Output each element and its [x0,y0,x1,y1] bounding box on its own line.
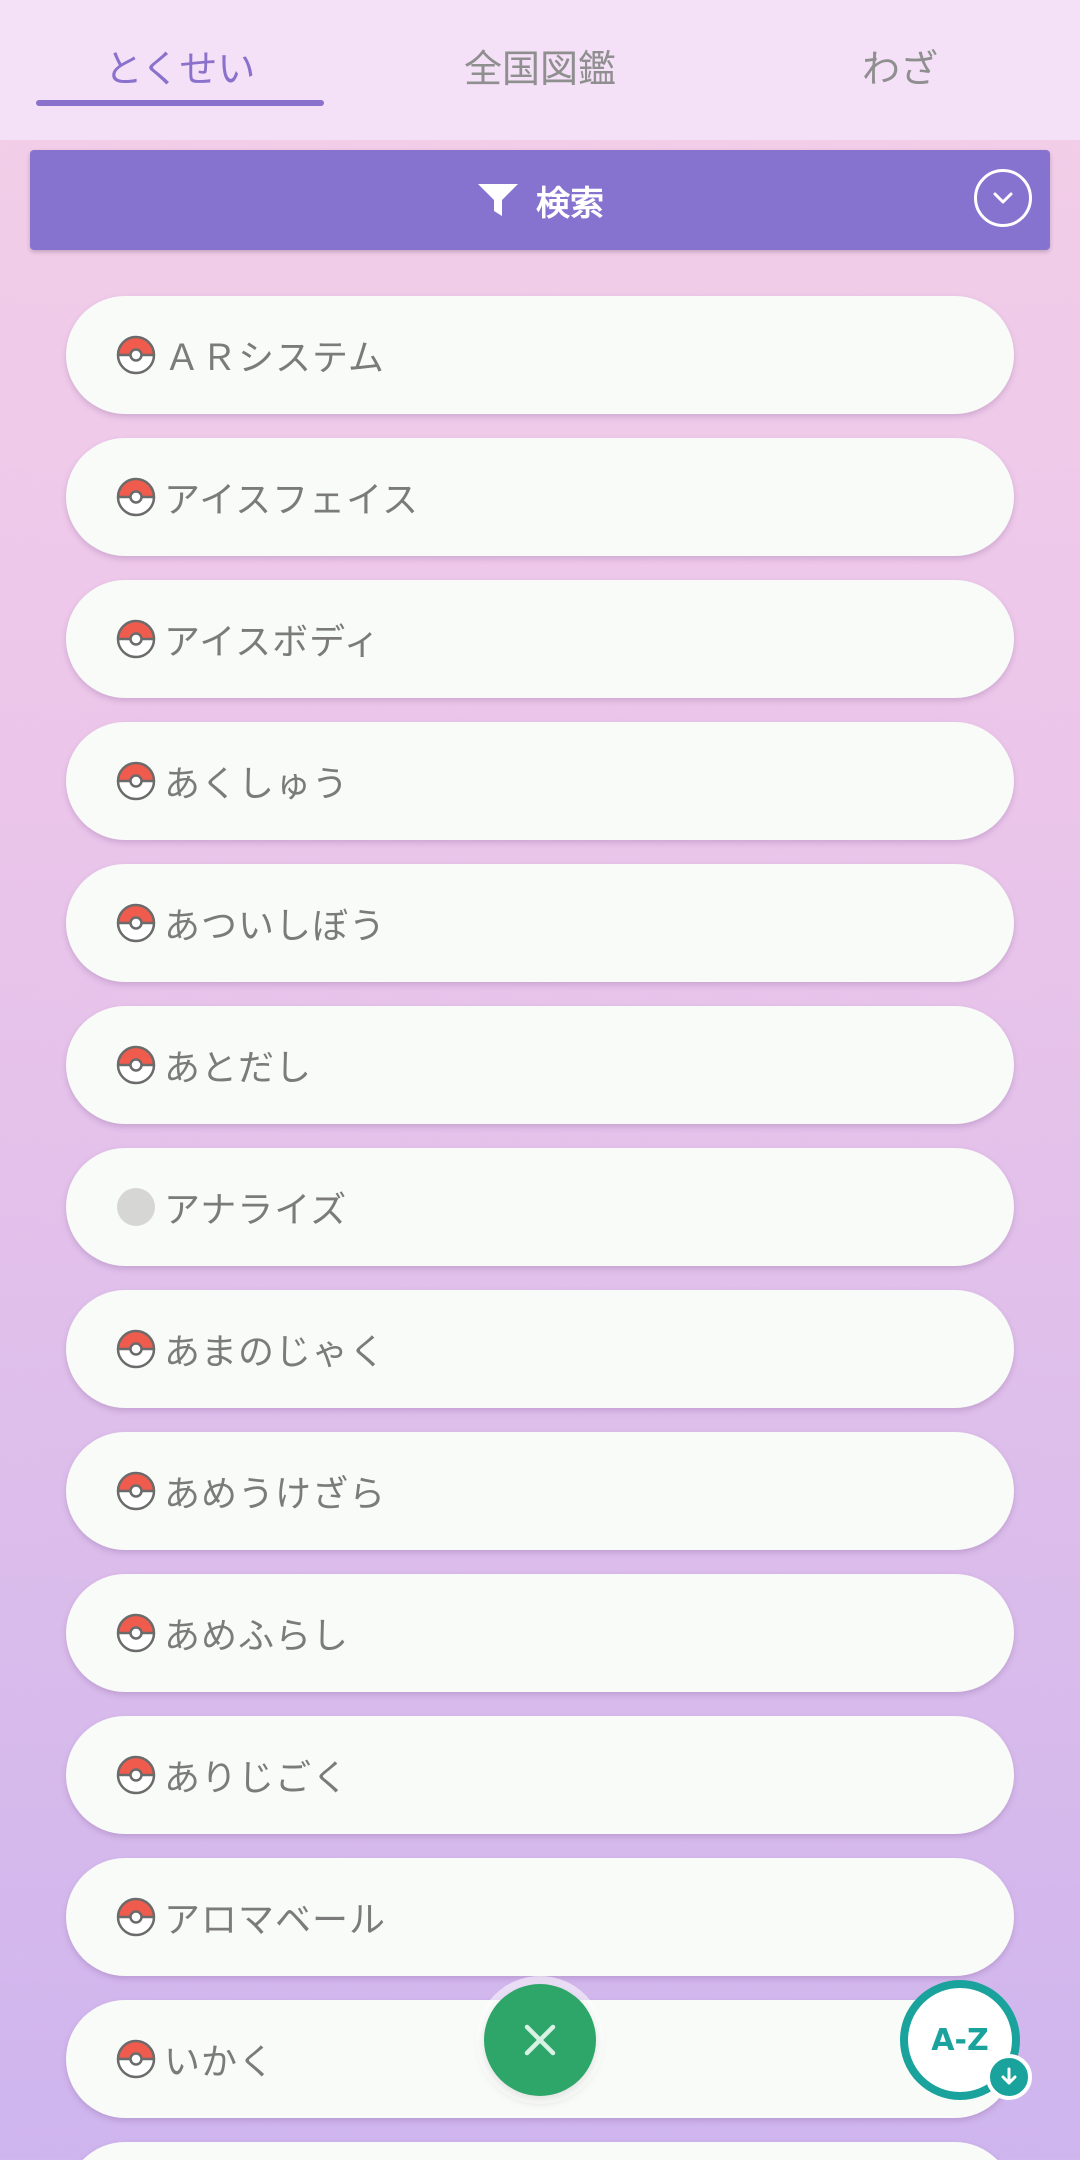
filter-icon [478,184,518,216]
ability-item-partial[interactable] [66,2142,1014,2160]
ability-item[interactable]: あめふらし [66,1574,1014,1692]
ability-name: あまのじゃく [164,1332,387,1373]
pokeball-icon [116,1613,156,1653]
pokeball-icon [116,1329,156,1369]
close-fab-button[interactable] [484,1984,596,2096]
search-label: 検索 [536,183,604,224]
pokeball-icon [116,335,156,375]
tab-bar: とくせい 全国図鑑 わざ [0,0,1080,140]
pokeball-icon [116,761,156,801]
ability-name: アナライズ [164,1190,348,1231]
tab-national-pokedex[interactable]: 全国図鑑 [390,38,690,93]
ability-item[interactable]: あついしぼう [66,864,1014,982]
pokeball-icon [116,477,156,517]
pokeball-icon [116,2039,156,2079]
arrow-down-icon [1001,2067,1017,2085]
ability-item[interactable]: あとだし [66,1006,1014,1124]
pokeball-icon [116,903,156,943]
tab-abilities[interactable]: とくせい [30,38,330,93]
pokeball-icon [116,1897,156,1937]
sort-direction-badge [986,2054,1032,2100]
ability-item[interactable]: アイスフェイス [66,438,1014,556]
ability-name: アイスフェイス [164,480,420,521]
ability-item[interactable]: アイスボディ [66,580,1014,698]
ability-name: アロマベール [164,1900,387,1941]
expand-filter-button[interactable] [974,169,1032,227]
ability-name: あついしぼう [164,906,387,947]
ability-item[interactable]: アロマベール [66,1858,1014,1976]
pokeball-icon [116,1755,156,1795]
ability-item[interactable]: あくしゅう [66,722,1014,840]
ability-name: あとだし [164,1048,313,1089]
ability-name: あめふらし [164,1616,350,1657]
ability-name: アイスボディ [164,622,381,663]
ability-name: ありじごく [164,1758,350,1799]
pokeball-icon [116,619,156,659]
pokeball-icon [116,1471,156,1511]
pokeball-icon [116,1045,156,1085]
search-bar[interactable]: 検索 [30,150,1050,250]
active-tab-indicator [36,100,324,106]
sort-az-label: A-Z [931,2022,989,2058]
gray-circle-icon [117,1188,155,1226]
ability-item[interactable]: ありじごく [66,1716,1014,1834]
ability-name: ＡＲシステム [164,338,385,379]
search-button[interactable]: 検索 [30,150,1050,250]
ability-name: あめうけざら [164,1474,387,1515]
ability-item[interactable]: ＡＲシステム [66,296,1014,414]
chevron-down-icon [993,192,1013,204]
tab-moves[interactable]: わざ [750,38,1050,93]
ability-name: いかく [164,2042,276,2083]
close-icon [524,2024,556,2056]
ability-name: あくしゅう [164,764,350,805]
ability-item[interactable]: あめうけざら [66,1432,1014,1550]
ability-item[interactable]: アナライズ [66,1148,1014,1266]
ability-item[interactable]: あまのじゃく [66,1290,1014,1408]
